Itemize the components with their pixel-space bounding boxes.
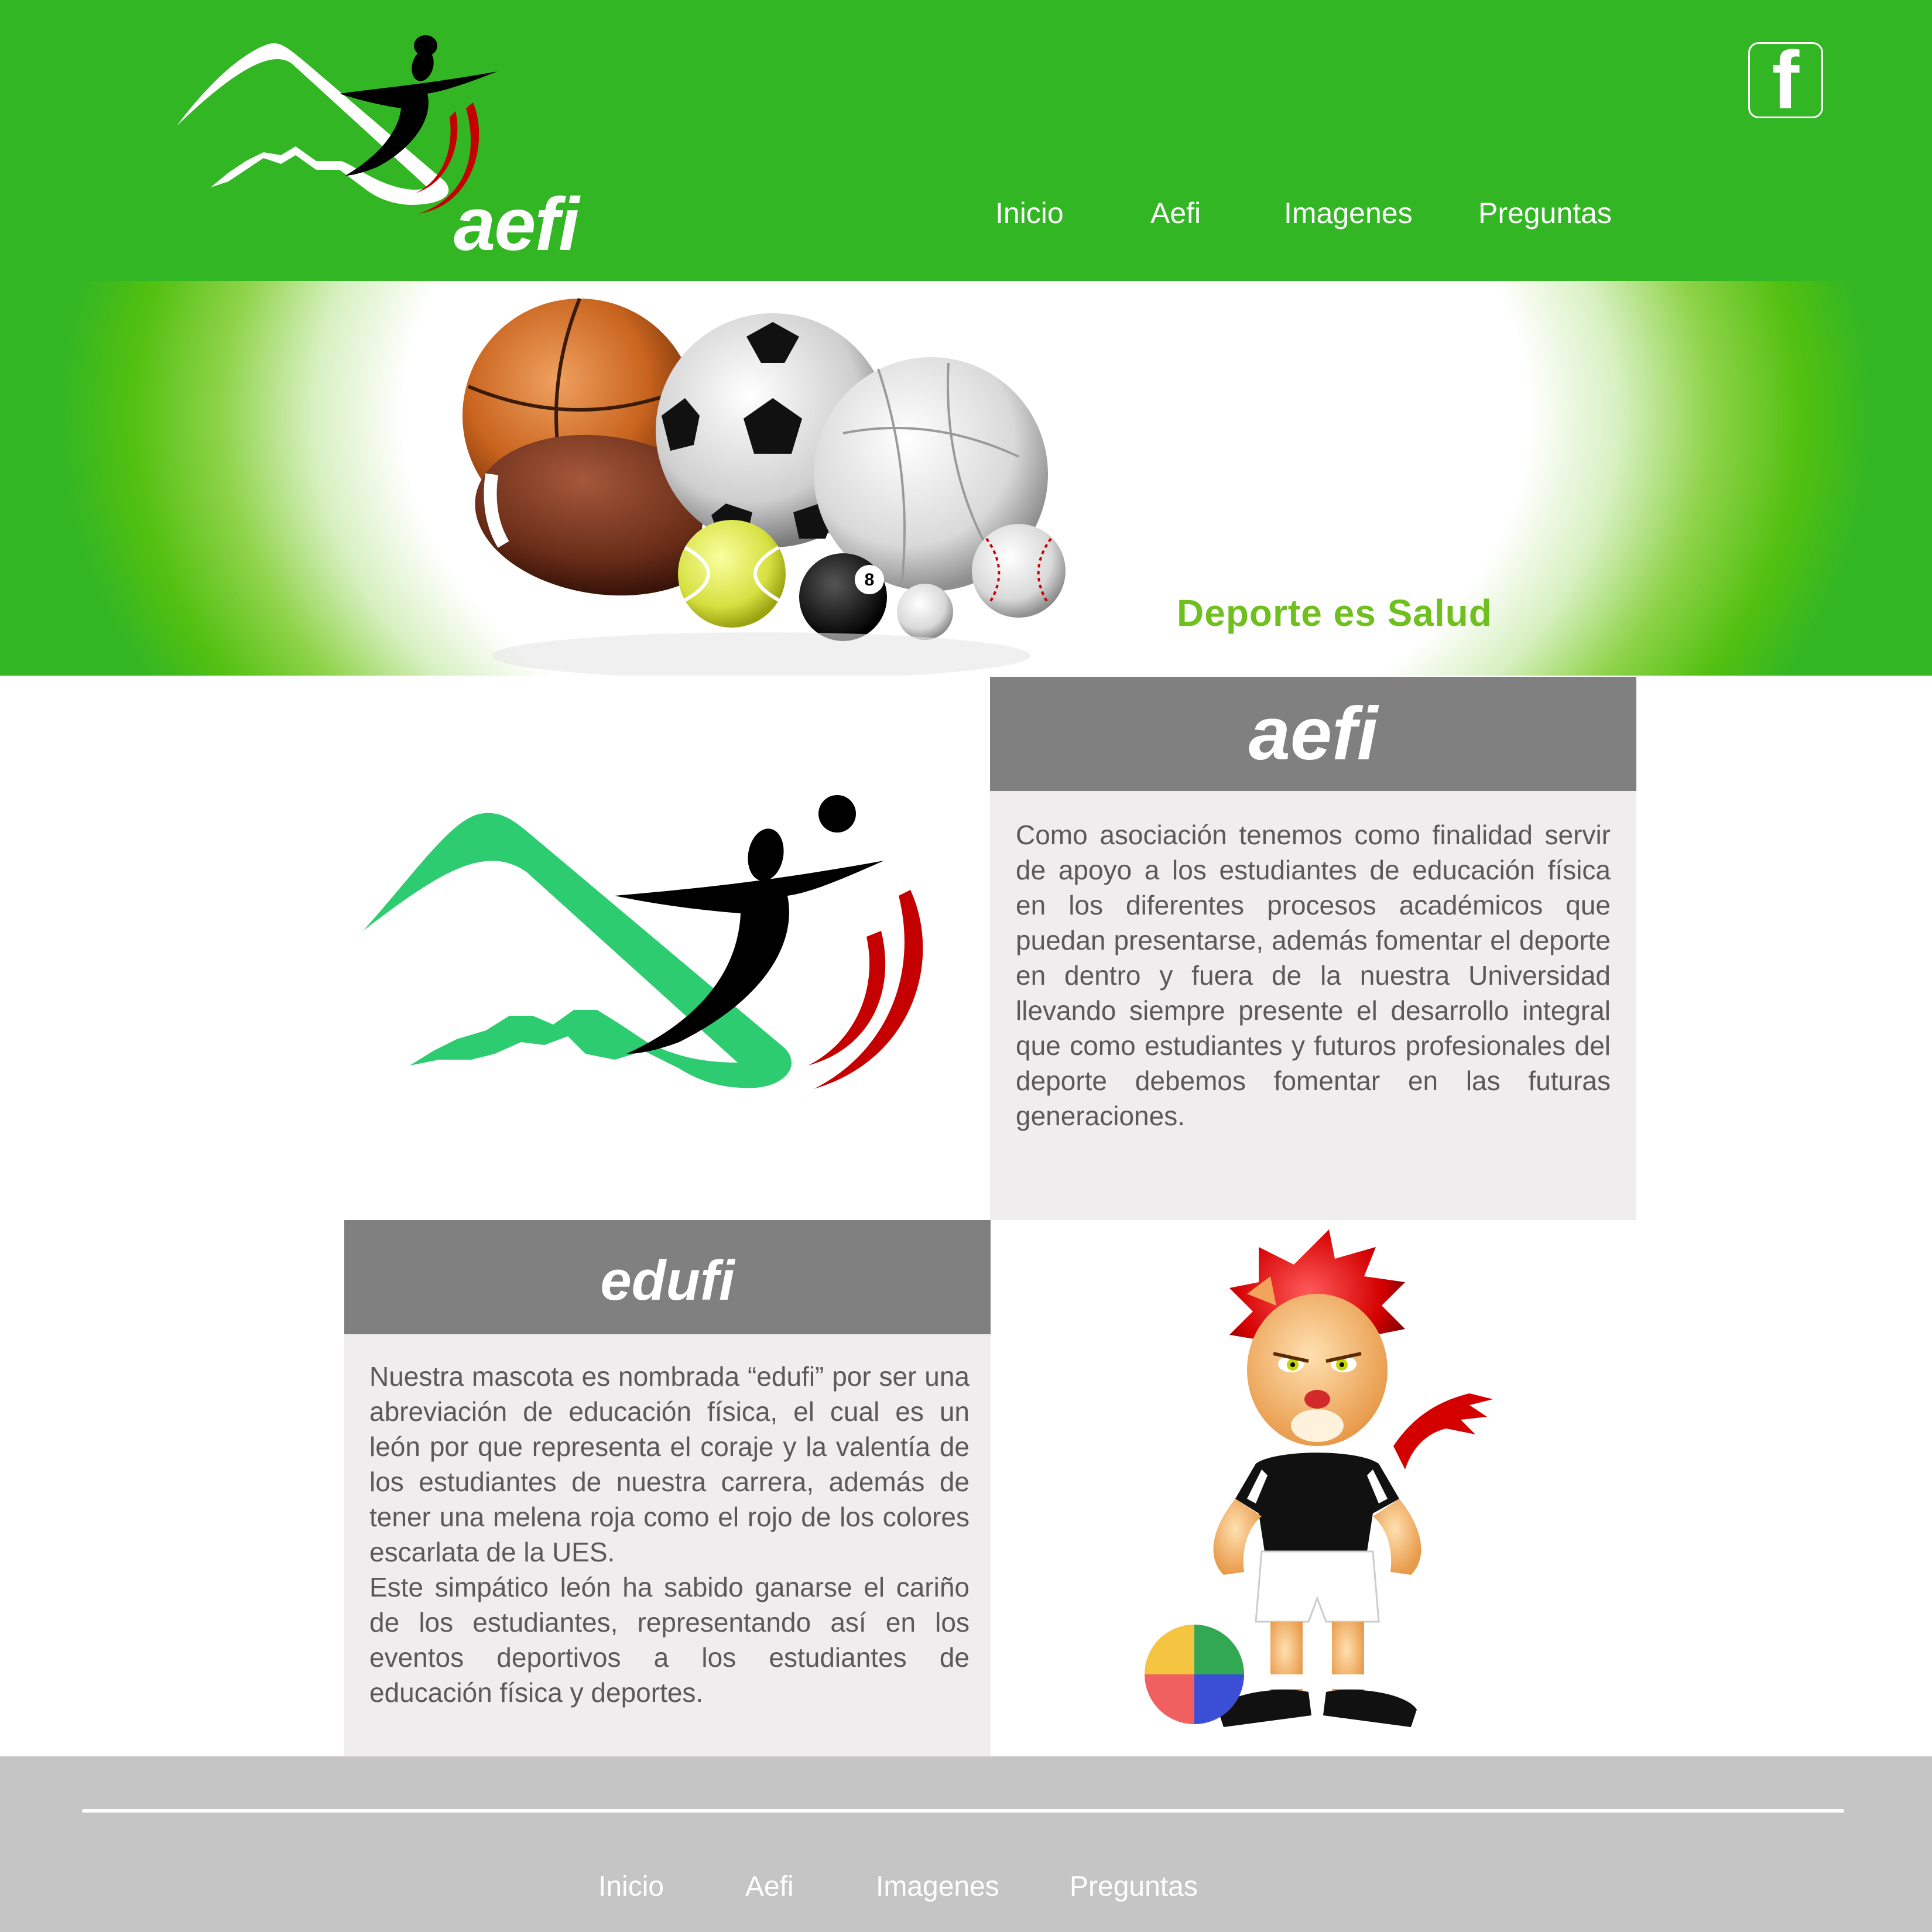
brand-name: aefi	[454, 183, 580, 266]
footer-nav-inicio[interactable]: Inicio	[598, 1871, 664, 1903]
edufi-paragraph-2: Este simpático león ha sabido ganarse el…	[369, 1572, 970, 1708]
hero-banner: 8	[0, 281, 1932, 676]
footer-nav-preguntas[interactable]: Preguntas	[1070, 1871, 1198, 1903]
aefi-card-title: aefi	[1248, 692, 1378, 776]
aefi-card-body: Como asociación tenemos como finalidad s…	[990, 791, 1636, 1220]
edufi-paragraph-1: Nuestra mascota es nombrada “edufi” por …	[369, 1361, 970, 1567]
facebook-icon[interactable]: f	[1748, 34, 1823, 126]
site-footer: Inicio Aefi Imagenes Preguntas	[0, 1756, 1932, 1932]
footer-nav-aefi[interactable]: Aefi	[745, 1871, 794, 1903]
aefi-card-header: aefi	[990, 677, 1636, 791]
footer-divider	[82, 1809, 1844, 1813]
footer-nav-imagenes[interactable]: Imagenes	[876, 1871, 999, 1903]
banner-slogan: Deporte es Salud	[1177, 592, 1492, 634]
edufi-card-title: edufi	[600, 1249, 735, 1312]
aefi-description: Como asociación tenemos como finalidad s…	[1016, 820, 1611, 1131]
facebook-glyph: f	[1772, 34, 1800, 126]
nav-aefi[interactable]: Aefi	[1150, 196, 1201, 230]
nav-imagenes[interactable]: Imagenes	[1284, 196, 1413, 230]
edufi-mascot-image	[1145, 1229, 1493, 1727]
sports-balls-image: 8	[463, 297, 1066, 676]
nav-preguntas[interactable]: Preguntas	[1478, 196, 1612, 230]
edufi-card-body: Nuestra mascota es nombrada “edufi” por …	[344, 1334, 991, 1756]
edufi-card-header: edufi	[344, 1220, 991, 1334]
site-header: aefi Inicio Aefi Imagenes Preguntas f	[0, 0, 1932, 281]
eight-ball-number: 8	[865, 570, 875, 590]
nav-inicio[interactable]: Inicio	[995, 196, 1064, 230]
aefi-logo-large	[363, 795, 923, 1089]
